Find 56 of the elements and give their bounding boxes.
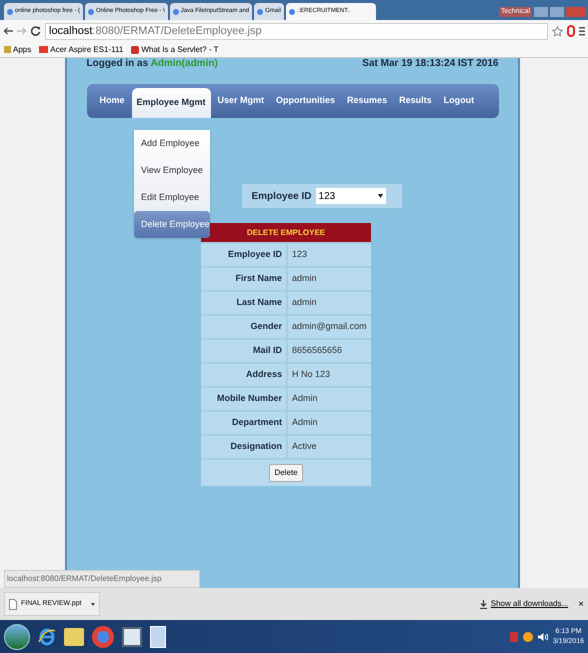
reload-icon[interactable] [31,26,41,36]
login-status: Logged in as Admin(admin) [86,57,218,68]
caret-icon [91,602,95,606]
back-icon[interactable] [3,27,13,35]
start-orb-icon[interactable] [4,624,30,650]
close-icon[interactable]: × [578,596,584,612]
document-app-icon[interactable] [150,626,166,648]
bookmark-link[interactable]: Apps [4,44,32,56]
table-cell: admin [288,268,371,290]
nav-tab[interactable]: Logout [438,86,480,116]
table-cell: Department [201,412,286,434]
address-field[interactable]: localhost:8080/ERMAT/DeleteEmployee.jsp [45,22,548,40]
download-icon [480,600,487,608]
file-icon [9,598,17,610]
bookmark-link[interactable]: Acer Aspire ES1-111 [39,44,124,56]
table-cell: Active [288,436,371,458]
browser-app-icon[interactable] [38,626,56,646]
table-cell: Mail ID [201,340,286,362]
menu-item[interactable]: Delete Employee [134,211,210,238]
menu-item[interactable]: Add Employee [134,130,210,157]
volume-icon[interactable] [538,632,548,642]
field-label: Employee ID [252,190,312,204]
table-cell: Employee ID [201,244,286,266]
nav-tab[interactable]: Home [94,86,130,116]
star-icon[interactable] [552,26,563,36]
nav-tab[interactable]: Opportunities [271,86,340,116]
table-cell: H No 123 [288,364,371,386]
table-cell: 123 [288,244,371,266]
table-cell: Mobile Number [201,388,286,410]
chrome-icon[interactable] [92,626,114,648]
table-cell: admin [288,292,371,314]
table-cell: Last Name [201,292,286,314]
employee-id-select[interactable]: 123 [316,188,386,204]
nav-tab[interactable]: Employee Mgmt [132,88,211,118]
delete-button[interactable]: Delete [269,464,303,482]
url-status-bubble: localhost:8080/ERMAT/DeleteEmployee.jsp [4,570,200,588]
nav-tab[interactable]: User Mgmt [212,86,270,116]
table-cell: 8656565656 [288,340,371,362]
date-time: Sat Mar 19 18:13:24 IST 2016 [362,57,498,68]
opera-icon[interactable] [567,25,575,37]
table-cell: Admin [288,388,371,410]
menu-icon[interactable] [579,26,585,36]
show-all-downloads-link[interactable]: Show all downloads... [490,598,568,610]
table-cell: First Name [201,268,286,290]
nav-tab[interactable]: Resumes [342,86,392,116]
table-cell: admin@gmail.com [288,316,371,338]
window-app-icon[interactable] [122,626,142,646]
menu-item[interactable]: Edit Employee [134,184,210,211]
table-cell: Admin [288,412,371,434]
bookmark-link[interactable]: What Is a Servlet? - T [131,44,219,56]
menu-item[interactable]: View Employee [134,157,210,184]
table-cell: Gender [201,316,286,338]
table-cell: Address [201,364,286,386]
table-cell: Designation [201,436,286,458]
caret-icon [378,194,383,198]
nav-tab[interactable]: Results [394,86,437,116]
